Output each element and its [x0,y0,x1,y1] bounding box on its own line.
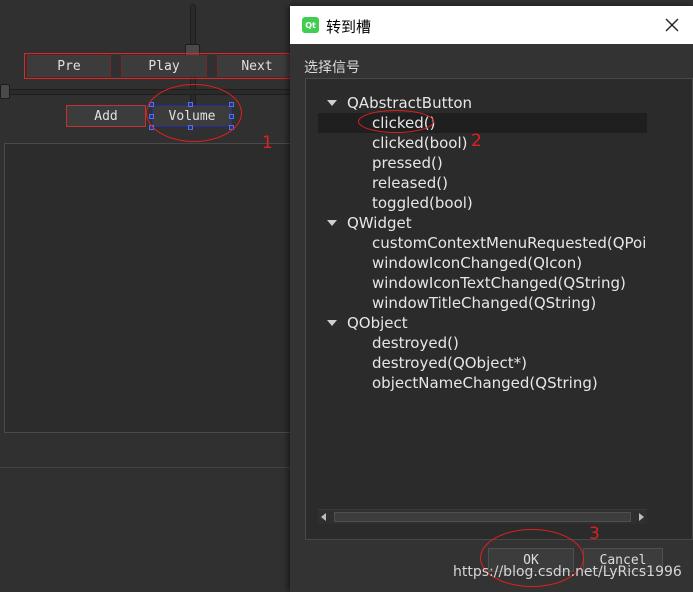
expand-arrow-icon[interactable] [327,320,337,326]
select-signal-label: 选择信号 [304,60,360,76]
tree-item-signal[interactable]: destroyed() [318,333,647,353]
progress-slider-track[interactable] [0,89,295,95]
progress-slider-handle[interactable] [0,84,10,99]
tree-group-qwidget[interactable]: QWidget [318,213,647,233]
tree-item-signal[interactable]: windowIconTextChanged(QString) [318,273,647,293]
dialog-titlebar[interactable]: Qt 转到槽 [290,6,693,44]
tree-group-qobject[interactable]: QObject [318,313,647,333]
tree-item-signal[interactable]: clicked(bool) [318,133,647,153]
watermark-url: https://blog.csdn.net/LyRics1996 [453,564,682,580]
tree-item-signal[interactable]: toggled(bool) [318,193,647,213]
signal-tree[interactable]: QAbstractButton clicked() clicked(bool) … [318,91,647,511]
divider [0,467,295,468]
tree-item-signal[interactable]: pressed() [318,153,647,173]
expand-arrow-icon[interactable] [327,220,337,226]
close-button[interactable] [661,14,683,36]
playlist-widget[interactable] [4,143,295,433]
next-button[interactable]: Next [217,55,297,77]
tree-group-qabstractbutton[interactable]: QAbstractButton [318,93,647,113]
scroll-left-arrow-icon[interactable] [321,513,326,521]
annotation-number-1: 1 [262,133,273,153]
annotation-number-3: 3 [589,524,600,544]
annotation-ellipse-volume [146,84,242,142]
go-to-slot-dialog: Qt 转到槽 选择信号 QAbstractButton clicked() cl… [290,6,693,592]
close-icon [665,18,679,32]
expand-arrow-icon[interactable] [327,100,337,106]
tree-item-signal[interactable]: windowTitleChanged(QString) [318,293,647,313]
annotation-ellipse-clicked [358,110,434,133]
scrollbar-thumb[interactable] [334,512,631,522]
tree-item-signal[interactable]: released() [318,173,647,193]
play-button[interactable]: Play [121,55,207,77]
tree-item-signal[interactable]: objectNameChanged(QString) [318,373,647,393]
tree-item-signal[interactable]: windowIconChanged(QIcon) [318,253,647,273]
add-button[interactable]: Add [66,105,146,127]
tree-item-signal[interactable]: destroyed(QObject*) [318,353,647,373]
tree-item-signal[interactable]: customContextMenuRequested(QPoint) [318,233,647,253]
dialog-title: 转到槽 [326,18,372,36]
pre-button[interactable]: Pre [27,55,111,77]
horizontal-scrollbar[interactable] [318,509,647,524]
annotation-number-2: 2 [471,131,482,151]
qt-logo-icon: Qt [302,17,319,33]
scroll-right-arrow-icon[interactable] [639,513,644,521]
